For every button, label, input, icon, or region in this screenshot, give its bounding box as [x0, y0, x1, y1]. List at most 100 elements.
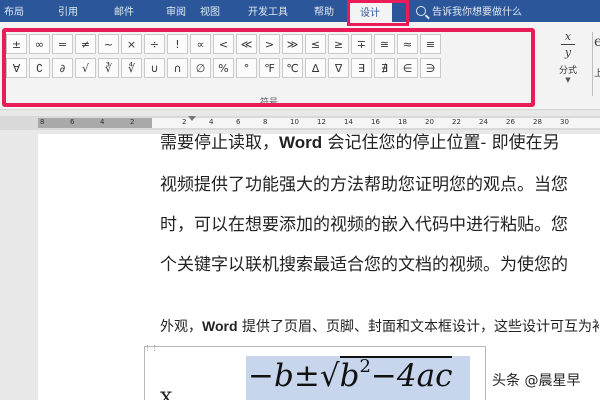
- symbol-button[interactable]: ±: [6, 34, 27, 54]
- watermark-text: 头条 @晨星早: [492, 373, 581, 389]
- symbol-button[interactable]: ∝: [190, 34, 211, 54]
- tab-design[interactable]: 设计: [348, 0, 392, 22]
- indent-marker[interactable]: [188, 116, 196, 121]
- ruler-tick-label: 22: [452, 118, 461, 126]
- symbol-button[interactable]: ∅: [190, 58, 211, 78]
- ruler-tick-label: 14: [344, 118, 353, 126]
- paragraph-line-2: 视频提供了功能强大的方法帮助您证明您的观点。当您: [160, 175, 568, 195]
- symbols-row-1: ± ∞ = ≠ ~ × ÷! ∝ < ≪ > ≫ ≤ ≥ ∓ ≅ ≈ ≡: [6, 34, 526, 54]
- ribbon-tab-bar: 布局 引用 邮件 审阅 视图 开发工具 帮助 设计 告诉我你想要做什么: [0, 0, 600, 22]
- symbols-row-2: ∀ ∁ ∂ √ ∛ ∜ ∪ ∩ ∅% ° ℉ ℃ ∆ ∇ ∃ ∄ ∈ ∋: [6, 58, 526, 78]
- ruler-tick-label: 10: [290, 118, 299, 126]
- ruler-tick-label: 8: [40, 118, 45, 126]
- line5-text-a: 外观，: [160, 319, 202, 335]
- paragraph-line-3: 时，可以在想要添加的视频的嵌入代码中进行粘贴。您: [160, 215, 568, 235]
- symbol-button[interactable]: °: [236, 58, 257, 78]
- tab-help[interactable]: 帮助: [314, 3, 334, 18]
- ruler-tick-label: 2: [130, 118, 135, 126]
- symbol-button[interactable]: ∁: [29, 58, 50, 78]
- line5-word: Word: [202, 318, 238, 334]
- symbol-button[interactable]: ∂: [52, 58, 73, 78]
- equation-numerator[interactable]: −b±√b2−4ac: [248, 356, 453, 394]
- symbol-button[interactable]: >: [259, 34, 280, 54]
- symbol-button[interactable]: ∩: [167, 58, 188, 78]
- paragraph-line-4: 个关键字以联机搜索最适合您的文档的视频。为使您的: [160, 255, 568, 275]
- fraction-label: 分式: [558, 66, 577, 76]
- ruler-tick-label: 4: [209, 118, 214, 126]
- fraction-numerator: x: [564, 30, 572, 43]
- paragraph-line-1: 需要停止读取，Word 会记住您的停止位置- 即使在另: [160, 128, 560, 153]
- chevron-down-icon: ▼: [565, 76, 571, 84]
- drag-handle-icon[interactable]: ⋮⋮: [144, 345, 158, 356]
- tab-references[interactable]: 引用: [58, 3, 78, 18]
- ruler-tick-label: 4: [100, 118, 105, 126]
- line5-text-b: 提供了页眉、页脚、封面和文本框设计，这些设计可互为补: [237, 319, 600, 335]
- symbol-button[interactable]: ≤: [305, 34, 326, 54]
- symbol-button[interactable]: ≪: [236, 34, 257, 54]
- symbol-button[interactable]: %: [213, 58, 234, 78]
- ruler-margin: [38, 118, 152, 128]
- ruler-tick-label: 8: [263, 118, 268, 126]
- ruler-tick-label: 6: [70, 118, 75, 126]
- fraction-button[interactable]: x y 分式 ▼: [548, 30, 588, 92]
- tab-mailings[interactable]: 邮件: [114, 3, 134, 18]
- symbol-button[interactable]: ~: [98, 34, 119, 54]
- symbol-button[interactable]: ∪: [144, 58, 165, 78]
- symbol-button[interactable]: ∛: [98, 58, 119, 78]
- tab-developer[interactable]: 开发工具: [248, 3, 288, 18]
- tell-me-text: 告诉我你想要做什么: [432, 7, 522, 18]
- ruler-tick-label: 6: [236, 118, 241, 126]
- tab-view[interactable]: 视图: [200, 3, 220, 18]
- symbol-button[interactable]: ≫: [282, 34, 303, 54]
- ruler-tick-label: 12: [317, 118, 326, 126]
- ruler-tick-label: 30: [560, 118, 569, 126]
- fraction-bar: [561, 44, 575, 45]
- ruler-tick-label: 16: [371, 118, 380, 126]
- symbol-button[interactable]: ∀: [6, 58, 27, 78]
- symbol-button[interactable]: ∋: [420, 58, 441, 78]
- symbol-button[interactable]: ≠: [75, 34, 96, 54]
- symbols-group-label: 符号: [260, 98, 279, 108]
- symbol-button[interactable]: ∃: [351, 58, 372, 78]
- symbol-button[interactable]: ∆: [305, 58, 326, 78]
- symbol-button[interactable]: ÷: [144, 34, 165, 54]
- ribbon-separator: [592, 32, 593, 96]
- symbol-button[interactable]: =: [52, 34, 73, 54]
- ruler-tick-label: 26: [506, 118, 515, 126]
- ruler-tick-label: 2: [182, 118, 187, 126]
- equation-variable: x: [160, 384, 173, 400]
- symbol-button[interactable]: ≈: [397, 34, 418, 54]
- ruler-tick-label: 24: [479, 118, 488, 126]
- script-label: 上: [594, 69, 600, 79]
- script-button[interactable]: e: [594, 34, 600, 50]
- line1-text-a: 需要停止读取，: [160, 133, 279, 153]
- symbol-button[interactable]: <: [213, 34, 234, 54]
- ruler-tick-label: 28: [533, 118, 542, 126]
- paragraph-line-5: 外观，Word 提供了页眉、页脚、封面和文本框设计，这些设计可互为补: [160, 316, 600, 336]
- symbol-button[interactable]: ≅: [374, 34, 395, 54]
- symbol-button[interactable]: ≡: [420, 34, 441, 54]
- symbol-button[interactable]: ℃: [282, 58, 303, 78]
- ribbon-panel: ± ∞ = ≠ ~ × ÷! ∝ < ≪ > ≫ ≤ ≥ ∓ ≅ ≈ ≡ ∀ ∁ ∂ √ ∛ ∜ ∪ ∩ ∅% ° ℉ ℃ ∆ ∇ ∃ ∄ ∈ ∋ …: [0, 22, 600, 110]
- symbol-button[interactable]: ∇: [328, 58, 349, 78]
- line1-word: Word: [279, 133, 323, 152]
- symbol-button[interactable]: √: [75, 58, 96, 78]
- fraction-denominator: y: [564, 46, 572, 59]
- symbol-button[interactable]: ≥: [328, 34, 349, 54]
- search-icon: [416, 6, 426, 16]
- ruler-tick-label: 18: [398, 118, 407, 126]
- symbol-button[interactable]: ∄: [374, 58, 395, 78]
- symbol-button[interactable]: ∞: [29, 34, 50, 54]
- symbol-button[interactable]: !: [167, 34, 188, 54]
- tell-me-search[interactable]: 告诉我你想要做什么: [416, 3, 522, 18]
- tab-review[interactable]: 审阅: [166, 3, 186, 18]
- ruler-tick-label: 20: [425, 118, 434, 126]
- line1-text-b: 会记住您的停止位置- 即使在另: [322, 133, 560, 153]
- symbol-button[interactable]: ∜: [121, 58, 142, 78]
- symbol-button[interactable]: ℉: [259, 58, 280, 78]
- symbol-button[interactable]: ∈: [397, 58, 418, 78]
- symbol-button[interactable]: ∓: [351, 34, 372, 54]
- symbol-button[interactable]: ×: [121, 34, 142, 54]
- symbols-gallery: ± ∞ = ≠ ~ × ÷! ∝ < ≪ > ≫ ≤ ≥ ∓ ≅ ≈ ≡ ∀ ∁ ∂ √ ∛ ∜ ∪ ∩ ∅% ° ℉ ℃ ∆ ∇ ∃ ∄ ∈ ∋: [6, 34, 526, 82]
- tab-layout[interactable]: 布局: [4, 3, 24, 18]
